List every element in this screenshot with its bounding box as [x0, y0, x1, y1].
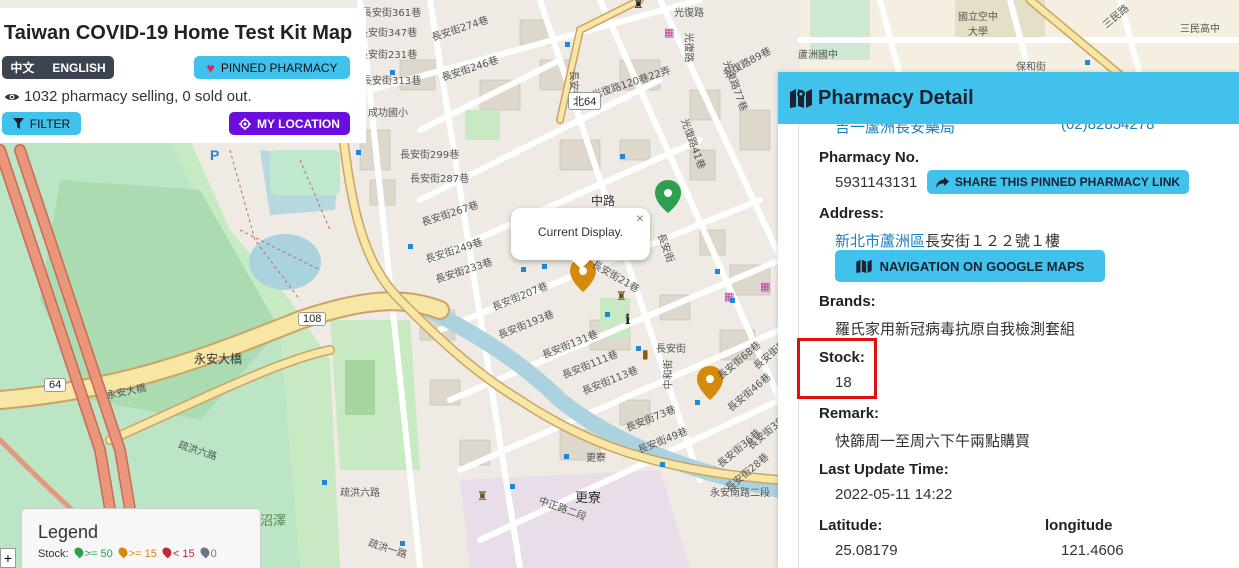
address-label: Address: [819, 205, 885, 222]
map-label-baohe: 保和街 [1016, 62, 1046, 73]
pin-icon [72, 545, 85, 559]
svg-text:i: i [625, 312, 630, 328]
zoom-in-button[interactable]: + [0, 548, 16, 568]
pinned-pharmacy-button[interactable]: ♥ PINNED PHARMACY [194, 56, 350, 79]
language-switcher: 中文 ENGLISH [2, 56, 114, 79]
share-label: SHARE THIS PINNED PHARMACY LINK [954, 175, 1181, 189]
remark-value: 快篩周一至周六下午兩點購買 [835, 433, 1031, 450]
crosshair-icon [239, 117, 252, 130]
latitude-label: Latitude: [819, 517, 883, 534]
map-label-gengliao-2: 更寮 [575, 491, 602, 506]
lang-en-button[interactable]: ENGLISH [46, 61, 111, 75]
svg-text:P: P [210, 147, 219, 163]
map-label-open-university: 國立空中大學 [958, 12, 998, 38]
brands-label: Brands: [819, 293, 876, 310]
detail-title: Pharmacy Detail [818, 86, 974, 109]
map-label-changan-st: 長安街 [656, 344, 686, 355]
selling-status-text: 1032 pharmacy selling, 0 sold out. [24, 88, 252, 105]
map-label-lane-313: 長安街313巷 [362, 76, 422, 87]
address-value: 新北市蘆洲區長安街１２２號１樓 [835, 230, 1060, 251]
legend-stock-label: Stock: [38, 547, 69, 560]
share-icon [935, 176, 949, 188]
svg-text:▦: ▦ [664, 26, 674, 39]
legend-item-zero: 0 [198, 545, 217, 560]
svg-text:♜: ♜ [616, 289, 627, 303]
lang-zh-button[interactable]: 中文 [4, 59, 40, 76]
navigation-label: NAVIGATION ON GOOGLE MAPS [879, 258, 1085, 274]
stock-label: Stock: [819, 349, 865, 366]
svg-text:♜: ♜ [633, 0, 644, 11]
map-icon [855, 259, 872, 273]
pharmacy-detail-panel: Pharmacy Detail 吉一蘆洲長安藥局 (02)82854278 Ph… [778, 72, 1239, 568]
pharmacy-no-value: 5931143131 [835, 174, 918, 191]
legend-stock-row: Stock: >= 50 >= 15 < 15 0 [38, 545, 217, 560]
longitude-label: longitude [1045, 517, 1113, 534]
detail-header: Pharmacy Detail [778, 72, 1239, 124]
map-label-yongan-bridge: 永安大橋 [194, 352, 243, 366]
detail-body[interactable]: 吉一蘆洲長安藥局 (02)82854278 Pharmacy No. 59311… [797, 116, 1239, 568]
map-label-chenggong-school: 成功國小 [368, 108, 408, 119]
filter-button[interactable]: FILTER [2, 112, 81, 135]
heart-icon: ♥ [206, 59, 215, 76]
share-pinned-link-button[interactable]: SHARE THIS PINNED PHARMACY LINK [927, 170, 1189, 194]
filter-label: FILTER [29, 116, 71, 131]
svg-text:♜: ♜ [477, 489, 488, 503]
map-label-lane-287: 長安街287巷 [410, 174, 470, 185]
remark-label: Remark: [819, 405, 880, 422]
map-legend: Legend Stock: >= 50 >= 15 < 15 0 [21, 508, 261, 568]
map-label-sanmin-high: 三民高中 [1180, 24, 1220, 35]
map-icon [790, 89, 812, 108]
eye-icon [5, 93, 19, 100]
app-info-panel: Taiwan COVID-19 Home Test Kit Map 中文 ENG… [0, 8, 366, 143]
pin-icon [116, 545, 130, 559]
north-64-shield: 北64 [568, 92, 602, 110]
map-label-zhong-rd: 中路 [591, 194, 616, 208]
address-district-link[interactable]: 新北市蘆洲區 [835, 233, 925, 250]
longitude-value: 121.4606 [1061, 542, 1124, 559]
map-label-swamp: 沼澤 [260, 514, 287, 529]
last-update-value: 2022-05-11 14:22 [835, 486, 953, 503]
my-location-label: MY LOCATION [257, 116, 340, 131]
popup-text: Current Display. [537, 225, 624, 239]
legend-item-low: < 15 [160, 545, 195, 560]
map-label-luzhou-junior: 蘆洲國中 [798, 50, 838, 61]
close-icon[interactable]: × [636, 210, 644, 226]
last-update-label: Last Update Time: [819, 461, 949, 478]
stock-value: 18 [835, 374, 852, 391]
my-location-button[interactable]: MY LOCATION [229, 112, 350, 135]
pharmacy-no-label: Pharmacy No. [819, 149, 920, 166]
pin-icon [198, 545, 211, 559]
map-label-gengliao: 更寮 [586, 453, 606, 464]
route-64-shield: 64 [44, 378, 67, 392]
route-108-shield: 108 [298, 312, 327, 326]
brands-value: 羅氏家用新冠病毒抗原自我檢測套組 [835, 321, 1076, 338]
map-label-guangfu-top: 光復路 [674, 8, 704, 19]
current-display-popup: × Current Display. [511, 208, 650, 269]
svg-text:▦: ▦ [760, 280, 770, 293]
map-label-lane-231: 長安街231巷 [358, 50, 418, 61]
map-label-lane-347: 長安街347巷 [358, 28, 418, 39]
pin-icon [160, 545, 174, 559]
app-title: Taiwan COVID-19 Home Test Kit Map [4, 22, 353, 44]
map-label-lane-361: 長安街361巷 [362, 8, 422, 19]
legend-item-high: >= 50 [72, 545, 113, 560]
pinned-pharmacy-label: PINNED PHARMACY [220, 60, 338, 75]
filter-icon [12, 118, 24, 129]
latitude-value: 25.08179 [835, 542, 898, 559]
legend-title: Legend [38, 522, 99, 542]
map-label-guangfu-vertical: 光復路 [682, 32, 694, 63]
map-label-zhonghe: 中和街 [663, 359, 675, 390]
svg-text:▦: ▦ [724, 290, 734, 303]
selling-status: 1032 pharmacy selling, 0 sold out. [4, 88, 252, 105]
google-maps-navigation-button[interactable]: NAVIGATION ON GOOGLE MAPS [835, 250, 1105, 282]
map-label-lane-299: 長安街299巷 [400, 150, 460, 161]
svg-text:▮: ▮ [642, 347, 649, 361]
address-street: 長安街１２２號１樓 [925, 233, 1061, 250]
legend-item-medium: >= 15 [116, 545, 157, 560]
map-label-shuhong-6: 疏洪六路 [340, 488, 380, 499]
